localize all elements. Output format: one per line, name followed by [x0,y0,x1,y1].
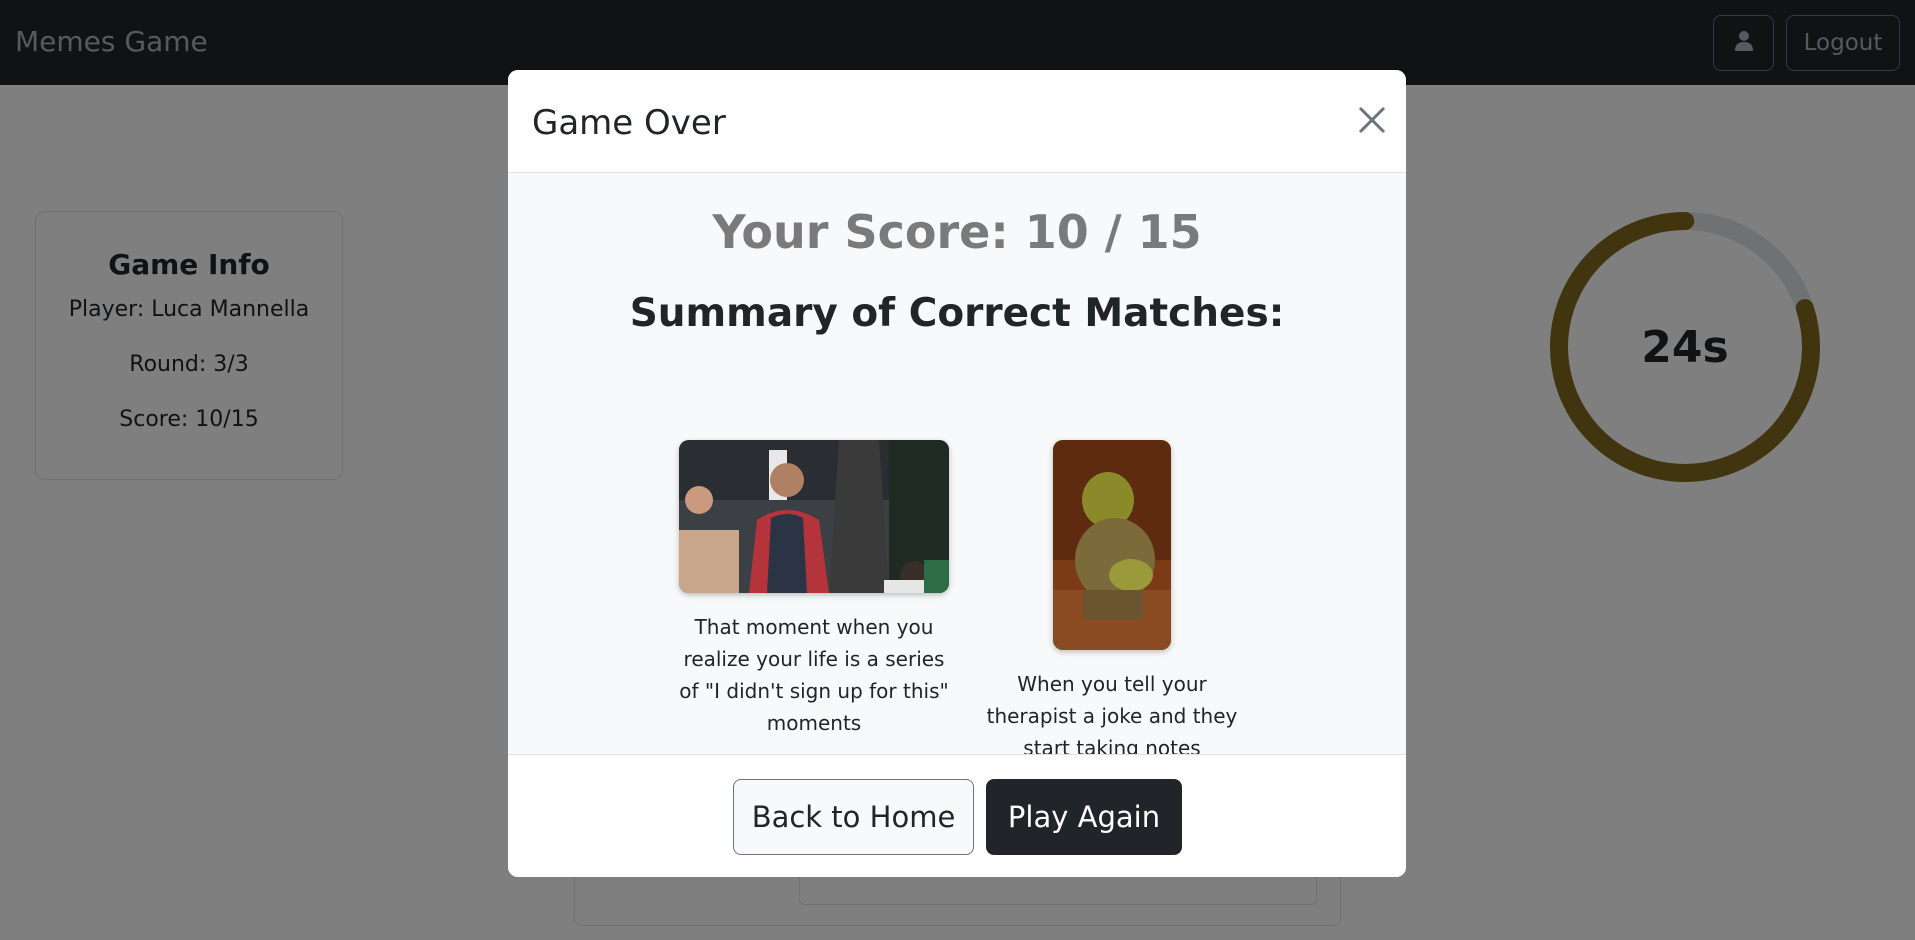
summary-title: Summary of Correct Matches: [629,291,1285,336]
close-icon [1358,106,1386,134]
game-over-modal: Game Over Your Score: 10 / 15 Summary of… [508,70,1406,877]
modal-body: Your Score: 10 / 15 Summary of Correct M… [508,173,1406,760]
modal-title: Game Over [532,103,726,143]
final-score: Your Score: 10 / 15 [712,205,1202,259]
modal-footer: Back to Home Play Again [508,754,1406,877]
correct-match-2: When you tell your therapist a joke and … [985,440,1239,764]
play-again-button[interactable]: Play Again [986,779,1182,855]
correct-match-1: That moment when you realize your life i… [671,440,957,739]
back-to-home-button[interactable]: Back to Home [733,779,974,855]
meme-image [679,440,949,593]
match-caption: That moment when you realize your life i… [679,615,949,735]
match-caption: When you tell your therapist a joke and … [986,672,1238,760]
meme-image [1053,440,1171,650]
close-button[interactable] [1354,102,1390,138]
modal-header: Game Over [508,70,1406,173]
